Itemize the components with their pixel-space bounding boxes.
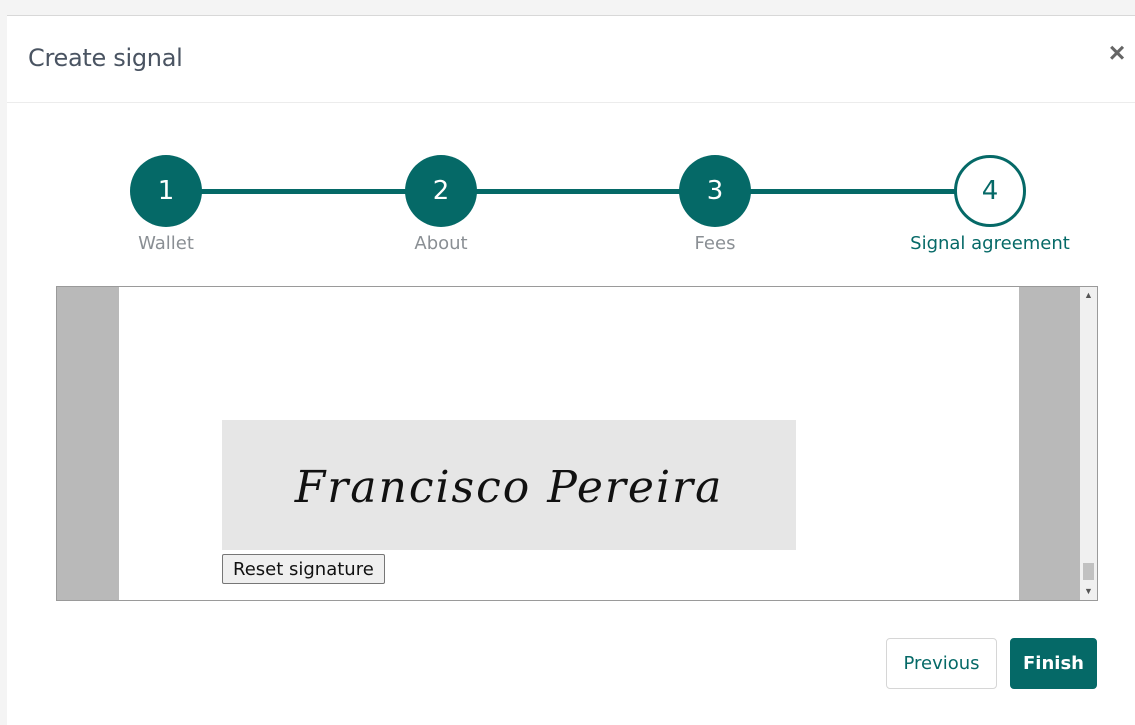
previous-button[interactable]: Previous bbox=[886, 638, 997, 689]
scroll-up-arrow-icon[interactable]: ▲ bbox=[1080, 287, 1097, 304]
signature-pad[interactable]: Francisco Pereira bbox=[222, 420, 796, 550]
step-1-circle[interactable]: 1 bbox=[130, 155, 202, 227]
finish-button[interactable]: Finish bbox=[1010, 638, 1097, 689]
document-scrollbar[interactable]: ▲ ▼ bbox=[1080, 287, 1097, 600]
step-2-label: About bbox=[414, 233, 468, 254]
step-connector bbox=[166, 189, 441, 194]
create-signal-modal: Create signal × 1 2 3 4 Wallet About Fee… bbox=[7, 15, 1135, 725]
step-connector bbox=[716, 189, 990, 194]
reset-signature-button[interactable]: Reset signature bbox=[222, 554, 385, 584]
close-icon[interactable]: × bbox=[1106, 39, 1128, 67]
step-4-circle[interactable]: 4 bbox=[954, 155, 1026, 227]
step-3-label: Fees bbox=[694, 233, 736, 254]
modal-header: Create signal × bbox=[7, 16, 1135, 103]
step-1-label: Wallet bbox=[138, 233, 194, 254]
agreement-document-viewer[interactable]: Francisco Pereira Reset signature ▲ ▼ bbox=[56, 286, 1098, 601]
step-3-circle[interactable]: 3 bbox=[679, 155, 751, 227]
step-connector bbox=[441, 189, 716, 194]
document-page: Francisco Pereira Reset signature bbox=[119, 287, 1019, 600]
step-2-circle[interactable]: 2 bbox=[405, 155, 477, 227]
step-4-label: Signal agreement bbox=[910, 233, 1070, 254]
scroll-thumb[interactable] bbox=[1083, 563, 1094, 580]
scroll-down-arrow-icon[interactable]: ▼ bbox=[1080, 583, 1097, 600]
signature-text: Francisco Pereira bbox=[294, 462, 724, 513]
modal-title: Create signal bbox=[28, 44, 183, 72]
signature-image: Francisco Pereira bbox=[294, 462, 724, 513]
